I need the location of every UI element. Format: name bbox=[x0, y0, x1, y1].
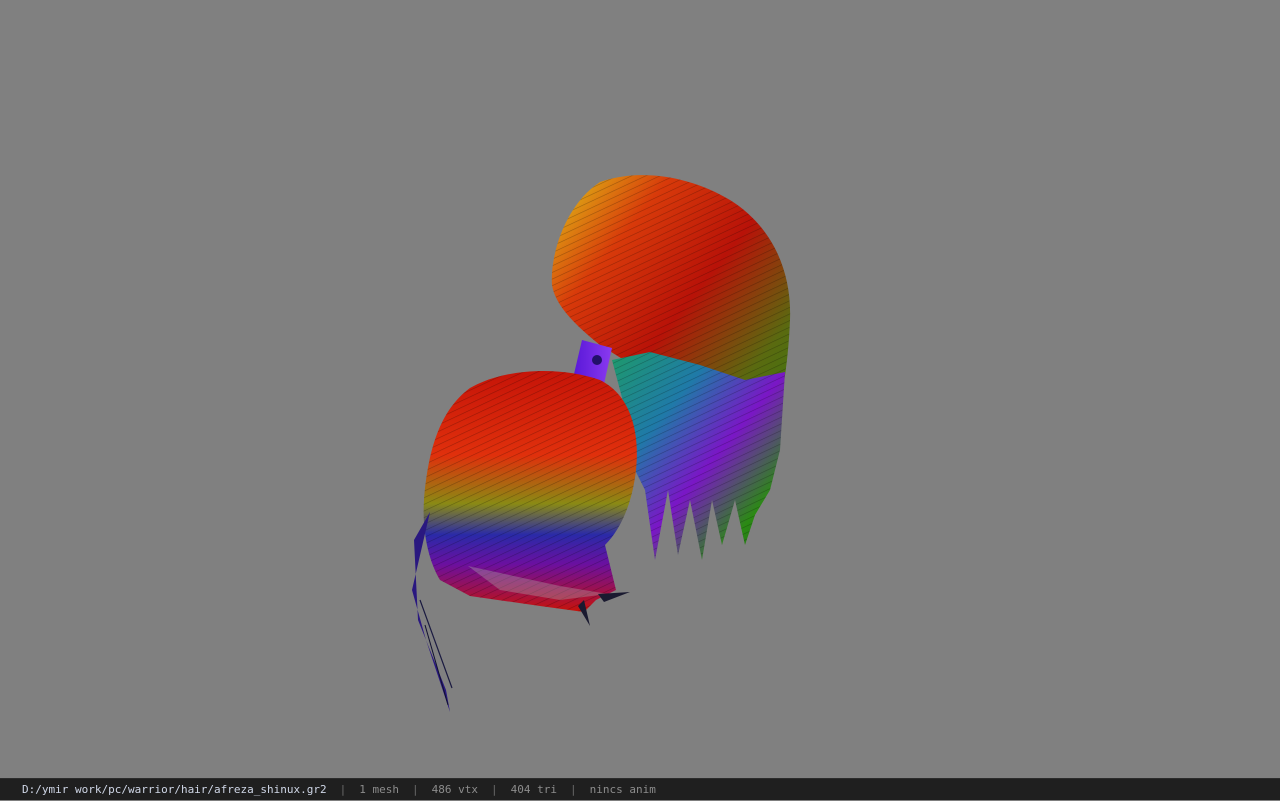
mesh-count: 1 mesh bbox=[359, 783, 400, 796]
vertex-count: 486 vtx bbox=[431, 783, 478, 796]
status-separator: | bbox=[491, 783, 498, 796]
ponytail-strands bbox=[612, 352, 785, 560]
hair-lower-mass bbox=[423, 370, 637, 626]
status-separator: | bbox=[412, 783, 419, 796]
status-bar: D:/ymir work/pc/warrior/hair/afreza_shin… bbox=[0, 778, 1280, 800]
status-separator: | bbox=[569, 783, 577, 796]
triangle-count: 404 tri bbox=[510, 783, 557, 796]
file-path: D:/ymir work/pc/warrior/hair/afreza_shin… bbox=[22, 783, 327, 796]
model-viewport[interactable] bbox=[0, 0, 1280, 778]
status-separator: | bbox=[339, 783, 347, 796]
hair-model-render bbox=[412, 175, 791, 712]
animation-status: nincs anim bbox=[589, 783, 656, 796]
